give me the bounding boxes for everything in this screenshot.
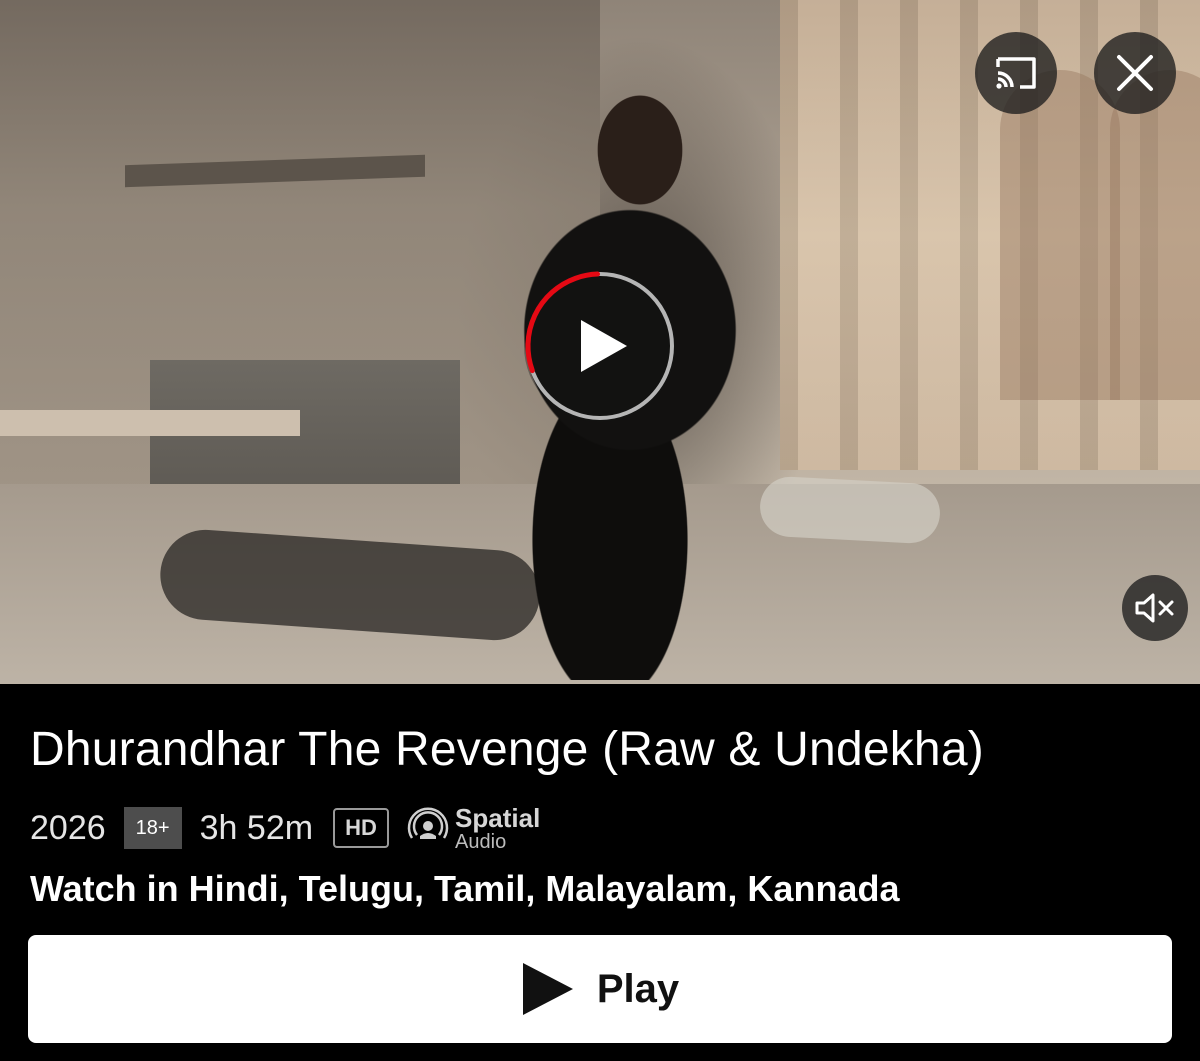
play-icon xyxy=(581,320,627,372)
preview-progress-ring xyxy=(525,271,675,421)
play-button-label: Play xyxy=(596,966,680,1011)
video-preview[interactable] xyxy=(0,0,1200,684)
background-arch xyxy=(1110,70,1200,400)
page-title: Dhurandhar The Revenge (Raw & Undekha) xyxy=(30,723,984,776)
hd-badge: HD xyxy=(333,808,390,848)
stall-table xyxy=(0,410,300,436)
mute-button[interactable] xyxy=(1122,575,1188,641)
cast-button[interactable] xyxy=(975,32,1057,114)
spatial-audio-icon xyxy=(407,807,449,839)
metadata-row: 2026 18+ 3h 52m HD Spatial Audio xyxy=(30,800,540,856)
play-icon xyxy=(522,963,573,1015)
runtime: 3h 52m xyxy=(199,808,314,847)
release-year: 2026 xyxy=(30,808,106,847)
spatial-audio-badge: Spatial Audio xyxy=(405,805,540,852)
play-button[interactable]: Play xyxy=(28,935,1172,1043)
mute-icon xyxy=(1135,593,1174,623)
background-arch xyxy=(1000,70,1120,400)
spatial-audio-label: Spatial xyxy=(455,802,541,833)
spatial-audio-sublabel: Audio xyxy=(455,830,507,853)
cast-icon xyxy=(996,57,1036,89)
close-button[interactable] xyxy=(1094,32,1176,114)
close-icon xyxy=(1117,55,1153,91)
available-languages: Watch in Hindi, Telugu, Tamil, Malayalam… xyxy=(30,868,900,909)
maturity-rating-badge: 18+ xyxy=(123,807,182,849)
preview-play-button[interactable] xyxy=(524,270,676,422)
